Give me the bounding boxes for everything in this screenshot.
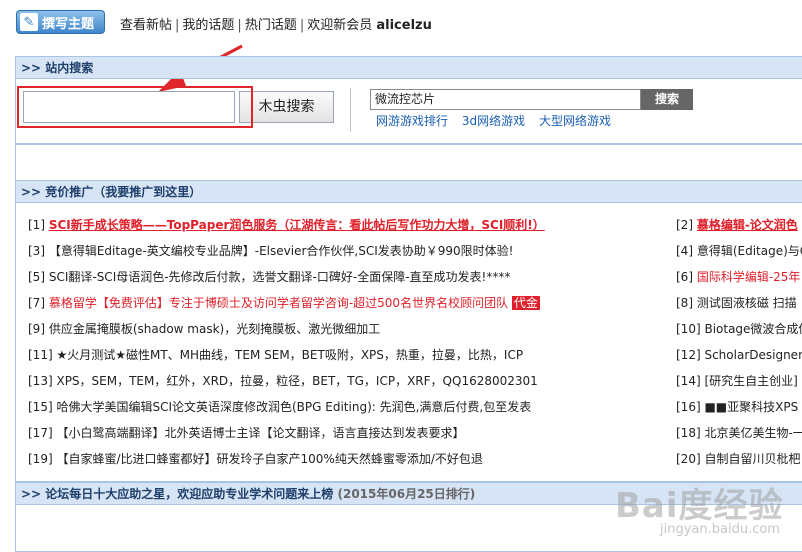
item-link[interactable]: SCI新手成长策略——TopPaper润色服务（江湖传言：看此帖后写作功力大增，…: [49, 218, 545, 232]
ad-search-input[interactable]: 微流控芯片: [370, 89, 641, 110]
list-item[interactable]: [13] XPS，SEM，TEM，红外，XRD，拉曼，粒径，BET，TG，ICP…: [28, 372, 538, 389]
list-item[interactable]: [1] SCI新手成长策略——TopPaper润色服务（江湖传言：看此帖后写作功…: [28, 216, 545, 233]
nav-link-hot-topics[interactable]: 热门话题: [245, 18, 297, 33]
site-search-button[interactable]: 木虫搜索: [239, 91, 334, 123]
item-link[interactable]: 北京美亿美生物-一: [704, 426, 802, 440]
item-number: [18]: [676, 426, 701, 440]
stars-title: >> 论坛每日十大应助之星，欢迎应助专业学术问题来上榜: [21, 487, 334, 501]
site-search-header: >> 站内搜索: [16, 57, 802, 79]
item-number: [1]: [28, 218, 45, 232]
post-topic-button[interactable]: ✎ 撰写主题: [16, 10, 105, 34]
item-link[interactable]: 【小白鹭高端翻译】北外英语博士主译【论文翻译，语言直接达到发表要求】: [56, 426, 464, 440]
list-item[interactable]: [9] 供应金属掩膜板(shadow mask)，光刻掩膜板、激光微细加工: [28, 320, 380, 337]
item-link[interactable]: Biotage微波合成仪: [704, 322, 802, 336]
list-item[interactable]: [2] 慕格编辑-论文润色: [676, 216, 798, 233]
promo-right-column: [2] 慕格编辑-论文润色 [4] 意得辑(Editage)与Clar [6] …: [670, 210, 802, 472]
item-link[interactable]: 哈佛大学美国编辑SCI论文英语深度修改润色(BPG Editing): 先润色,…: [56, 400, 531, 414]
list-item[interactable]: [14] [研究生自主创业]: [676, 372, 798, 389]
list-item[interactable]: [15] 哈佛大学美国编辑SCI论文英语深度修改润色(BPG Editing):…: [28, 398, 531, 415]
list-item[interactable]: [3] 【意得辑Editage-英文编校专业品牌】-Elsevier合作伙伴,S…: [28, 242, 513, 259]
divider: [350, 88, 351, 132]
item-number: [3]: [28, 244, 45, 258]
highlight-box: [17, 86, 253, 128]
item-link[interactable]: 供应金属掩膜板(shadow mask)，光刻掩膜板、激光微细加工: [49, 322, 380, 336]
stars-date: (2015年06月25日排行): [337, 487, 476, 501]
list-item[interactable]: [11] ★火月测试★磁性MT、MH曲线，TEM SEM，BET吸附，XPS，热…: [28, 346, 523, 363]
list-item[interactable]: [16] ■■亚聚科技XPS: [676, 398, 798, 415]
item-link[interactable]: 意得辑(Editage)与Clar: [697, 244, 802, 258]
welcome-text: 欢迎新会员: [307, 18, 373, 33]
baidu-watermark-logo: Bai度经验: [615, 486, 784, 526]
item-number: [2]: [676, 218, 693, 232]
list-item[interactable]: [19] 【自家蜂蜜/比进口蜂蜜都好】研发玲子自家产100%纯天然蜂蜜零添加/不…: [28, 450, 483, 467]
item-number: [16]: [676, 400, 701, 414]
list-item[interactable]: [10] Biotage微波合成仪: [676, 320, 802, 337]
divider: [15, 144, 16, 180]
item-link[interactable]: 【意得辑Editage-英文编校专业品牌】-Elsevier合作伙伴,SCI发表…: [49, 244, 514, 258]
post-topic-label: 撰写主题: [42, 16, 95, 32]
nav-link-new-posts[interactable]: 查看新帖: [120, 18, 172, 33]
item-number: [7]: [28, 296, 45, 310]
list-item[interactable]: [4] 意得辑(Editage)与Clar: [676, 242, 802, 259]
list-item[interactable]: [5] SCI翻译-SCI母语润色-先修改后付款，选誉文翻译-口碑好-全面保障-…: [28, 268, 510, 285]
item-link[interactable]: 慕格编辑-论文润色: [697, 218, 798, 232]
list-item[interactable]: [20] 自制自留川贝枇杷: [676, 450, 800, 467]
item-link[interactable]: 自制自留川贝枇杷: [704, 452, 800, 466]
item-number: [14]: [676, 374, 701, 388]
item-link[interactable]: XPS，SEM，TEM，红外，XRD，拉曼，粒径，BET，TG，ICP，XRF，…: [56, 374, 537, 388]
item-number: [17]: [28, 426, 53, 440]
item-link[interactable]: 国际科学编辑-25年: [697, 270, 801, 284]
list-item[interactable]: [6] 国际科学编辑-25年: [676, 268, 800, 285]
item-number: [12]: [676, 348, 701, 362]
divider: [15, 144, 802, 145]
item-number: [13]: [28, 374, 53, 388]
item-number: [10]: [676, 322, 701, 336]
item-number: [6]: [676, 270, 693, 284]
item-link[interactable]: ■■亚聚科技XPS: [704, 400, 798, 414]
ad-links: 网游游戏排行 3d网络游戏 大型网络游戏: [376, 112, 621, 129]
item-link[interactable]: [研究生自主创业]: [704, 374, 797, 388]
list-item[interactable]: [18] 北京美亿美生物-一: [676, 424, 802, 441]
pen-icon: ✎: [20, 13, 38, 31]
item-link[interactable]: 【自家蜂蜜/比进口蜂蜜都好】研发玲子自家产100%纯天然蜂蜜零添加/不好包退: [56, 452, 482, 466]
item-number: [9]: [28, 322, 45, 336]
item-number: [20]: [676, 452, 701, 466]
list-item[interactable]: [7] 慕格留学【免费评估】专注于博硕士及访问学者留学咨询-超过500名世界名校…: [28, 294, 540, 311]
welcome-username[interactable]: alicelzu: [376, 18, 432, 33]
list-item[interactable]: [8] 测试固液核磁 扫描: [676, 294, 797, 311]
item-number: [19]: [28, 452, 53, 466]
ad-link-1[interactable]: 网游游戏排行: [376, 114, 448, 128]
list-item[interactable]: [17] 【小白鹭高端翻译】北外英语博士主译【论文翻译，语言直接达到发表要求】: [28, 424, 464, 441]
item-number: [8]: [676, 296, 693, 310]
item-link[interactable]: ★火月测试★磁性MT、MH曲线，TEM SEM，BET吸附，XPS，热重，拉曼，…: [56, 348, 523, 362]
ad-link-2[interactable]: 3d网络游戏: [462, 114, 525, 128]
item-number: [5]: [28, 270, 45, 284]
list-item[interactable]: [12] ScholarDesigner 学: [676, 346, 802, 363]
ad-search-button[interactable]: 搜索: [641, 89, 693, 110]
top-navigation: 查看新帖 | 我的话题 | 热门话题 | 欢迎新会员 alicelzu: [120, 18, 432, 33]
item-tag: 代金: [511, 296, 540, 310]
ad-link-3[interactable]: 大型网络游戏: [539, 114, 611, 128]
item-number: [15]: [28, 400, 53, 414]
item-number: [4]: [676, 244, 693, 258]
item-number: [11]: [28, 348, 53, 362]
item-link[interactable]: 测试固液核磁 扫描: [697, 296, 797, 310]
item-link[interactable]: ScholarDesigner 学: [704, 348, 802, 362]
promo-header: >> 竞价推广（我要推广到这里）: [16, 181, 802, 203]
nav-link-my-topics[interactable]: 我的话题: [182, 18, 234, 33]
item-link[interactable]: SCI翻译-SCI母语润色-先修改后付款，选誉文翻译-口碑好-全面保障-直至成功…: [49, 270, 511, 284]
baidu-watermark-url: jingyan.baidu.com: [660, 522, 780, 537]
item-link[interactable]: 慕格留学【免费评估】专注于博硕士及访问学者留学咨询-超过500名世界名校顾问团队: [49, 296, 508, 310]
